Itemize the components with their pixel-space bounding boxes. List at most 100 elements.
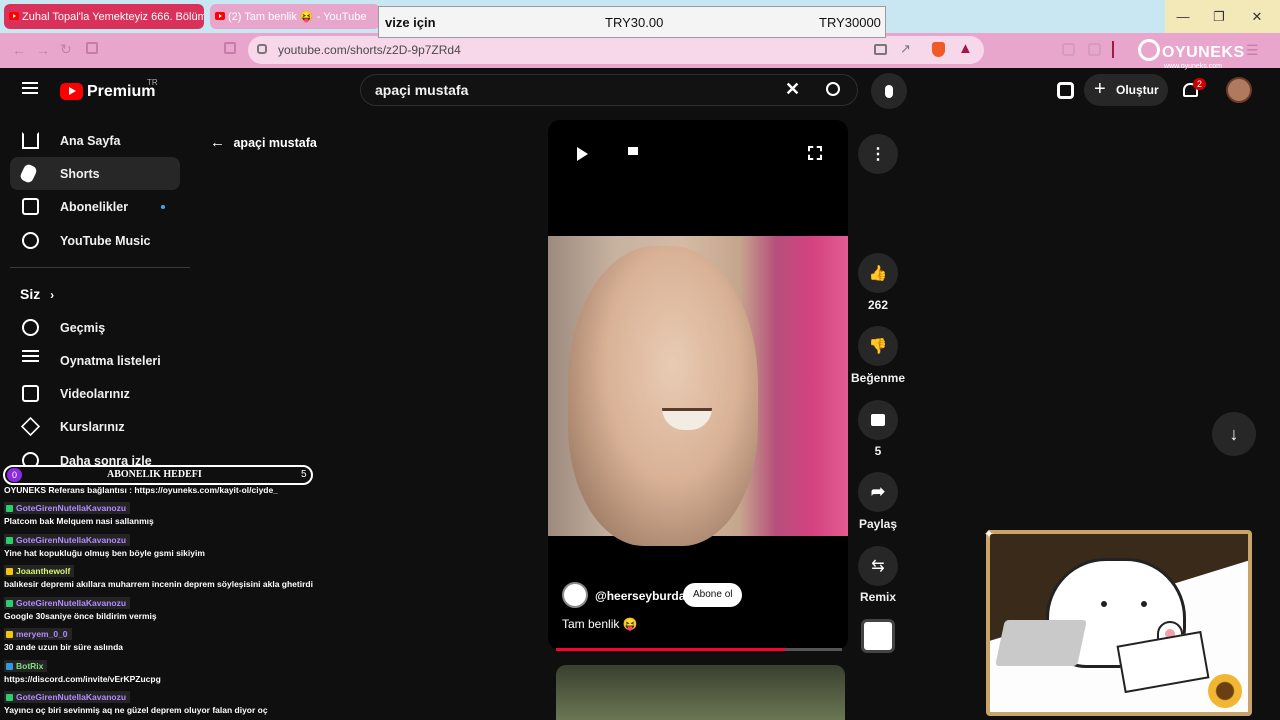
- browser-toolbar: ← → ↻ youtube.com/shorts/z2D-9p7ZRd4 ↗ ▲…: [0, 33, 1280, 68]
- browser-tab-yemekteyiz[interactable]: Zuhal Topal'la Yemekteyiz 666. Bölüm: [4, 4, 204, 29]
- back-icon[interactable]: ←: [12, 42, 26, 58]
- account-avatar[interactable]: [1226, 77, 1252, 103]
- remix-button[interactable]: ⇆: [858, 546, 898, 586]
- sidebar-item-shorts[interactable]: Shorts: [10, 157, 180, 190]
- site-info-icon[interactable]: [257, 44, 267, 54]
- tab-title: (2) Tam benlik 😝 - YouTube: [228, 11, 367, 23]
- remix-label: Remix: [859, 590, 897, 604]
- sidebar-item-your-courses[interactable]: Kurslarınız: [10, 410, 180, 443]
- comments-button[interactable]: [858, 400, 898, 440]
- comment-icon: [871, 414, 885, 426]
- tab-icon[interactable]: [224, 42, 236, 54]
- bookmark-icon[interactable]: [86, 42, 98, 54]
- cat-eye-left: [1101, 601, 1107, 607]
- back-query: apaçi mustafa: [233, 136, 317, 150]
- comment-count: 5: [874, 444, 882, 458]
- short-progress-bar[interactable]: [556, 648, 842, 651]
- share-page-icon[interactable]: ↗: [900, 41, 911, 57]
- short-player[interactable]: @heerseyburda Abone ol Tam benlik 😝: [548, 120, 848, 650]
- browser-tab-tam-benlik[interactable]: (2) Tam benlik 😝 - YouTube: [210, 4, 380, 29]
- cast-icon[interactable]: [874, 44, 887, 55]
- play-icon[interactable]: [577, 147, 588, 161]
- channel-avatar[interactable]: [562, 582, 588, 608]
- logo-text: OYUNEKS: [1162, 44, 1245, 61]
- create-label: Oluştur: [1116, 83, 1159, 97]
- course-icon: [20, 416, 41, 437]
- fullscreen-icon[interactable]: [808, 146, 822, 160]
- plus-icon: +: [1094, 78, 1106, 100]
- back-to-search-link[interactable]: ← apaçi mustafa: [210, 134, 317, 151]
- arrow-down-icon: ↓: [1229, 423, 1239, 444]
- restore-icon[interactable]: ❐: [1200, 0, 1238, 33]
- chat-message: Google 30saniye önce bildirim vermiş: [4, 611, 157, 621]
- sidebar-item-youtube-music[interactable]: YouTube Music: [10, 224, 180, 257]
- chat-username: GoteGirenNutellaKavanozu: [4, 534, 131, 546]
- rewards-icon[interactable]: ▲: [958, 40, 973, 57]
- reload-icon[interactable]: ↻: [60, 41, 72, 58]
- video-icon: [22, 385, 39, 402]
- youtube-premium-logo[interactable]: Premium: [60, 82, 160, 104]
- volume-icon[interactable]: [628, 147, 634, 155]
- live-create-icon[interactable]: [1057, 82, 1074, 99]
- subscriber-goal-bar: 0 ABONELIK HEDEFI 5: [3, 465, 313, 485]
- minimize-icon[interactable]: —: [1164, 0, 1202, 33]
- subscribe-button[interactable]: Abone ol: [683, 583, 743, 607]
- search-icon[interactable]: [826, 82, 840, 96]
- chat-user-name: BotRix: [16, 661, 44, 671]
- chat-message: 30 ande uzun bir süre aslında: [4, 642, 124, 652]
- chat-message: Yayıncı oç biri sevinmiş aq ne güzel dep…: [4, 705, 268, 715]
- sidebar-item-label: Geçmiş: [60, 320, 106, 335]
- sidebar-item-label: Ana Sayfa: [60, 133, 121, 148]
- sidebar-item-playlists[interactable]: Oynatma listeleri: [10, 344, 180, 377]
- share-arrow-icon: ➦: [870, 482, 886, 501]
- youtube-favicon-icon: [9, 12, 19, 20]
- channel-name[interactable]: @heerseyburda: [595, 589, 685, 603]
- more-options-button[interactable]: ⋮: [858, 134, 898, 174]
- next-short-button[interactable]: ↓: [1212, 412, 1256, 456]
- clear-search-icon[interactable]: ✕: [785, 79, 800, 100]
- thumbs-down-icon: 👎: [868, 338, 888, 355]
- short-progress-fill: [556, 648, 785, 651]
- hamburger-menu-icon[interactable]: [22, 82, 38, 84]
- create-button[interactable]: + Oluştur: [1084, 74, 1168, 106]
- oyuneks-logo: OYUNEKS www.oyuneks.com: [1134, 36, 1274, 72]
- sidebar-item-your-videos[interactable]: Videolarınız: [10, 377, 180, 410]
- thumbs-up-icon: 👍: [868, 265, 888, 282]
- extensions-icon[interactable]: [1062, 43, 1075, 56]
- chat-message: Yine hat kopukluğu olmuş ben böyle gsmi …: [4, 548, 205, 558]
- forward-icon[interactable]: →: [36, 42, 50, 58]
- chat-username: GoteGirenNutellaKavanozu: [4, 502, 131, 514]
- toolbar-divider: [1112, 41, 1114, 58]
- sidebar-item-subscriptions[interactable]: Abonelikler: [10, 190, 180, 223]
- sidebar-item-label: Oynatma listeleri: [60, 353, 161, 368]
- search-value: apaçi mustafa: [375, 82, 469, 98]
- sound-thumbnail[interactable]: [861, 619, 895, 653]
- sidebar-divider: [10, 267, 190, 268]
- close-icon[interactable]: ✕: [1238, 0, 1276, 33]
- sidebar-icon[interactable]: [1088, 43, 1101, 56]
- chat-username: GoteGirenNutellaKavanozu: [4, 691, 131, 703]
- sidebar-item-home[interactable]: Ana Sayfa: [10, 124, 180, 157]
- share-button[interactable]: ➦: [858, 472, 898, 512]
- chat-message: https://discord.com/invite/vErKPZucpg: [4, 674, 161, 684]
- face-shape: [568, 246, 758, 546]
- microphone-icon: [885, 84, 893, 98]
- goal-progress-value: 0: [7, 468, 22, 482]
- voice-search-button[interactable]: [871, 73, 907, 109]
- badge-icon: [6, 662, 13, 670]
- section-title: Siz: [20, 286, 41, 302]
- search-input[interactable]: apaçi mustafa ✕: [360, 74, 858, 106]
- next-short-preview[interactable]: [556, 665, 845, 720]
- brave-shield-icon[interactable]: [932, 42, 945, 57]
- address-bar[interactable]: youtube.com/shorts/z2D-9p7ZRd4 ↗ ▲: [248, 36, 984, 64]
- tab-title: Zuhal Topal'la Yemekteyiz 666. Bölüm: [22, 10, 204, 23]
- sidebar-section-you[interactable]: Siz ›: [20, 286, 54, 302]
- sidebar-item-history[interactable]: Geçmiş: [10, 311, 180, 344]
- sidebar-item-label: Videolarınız: [60, 386, 130, 401]
- dislike-label: Beğenme: [850, 371, 906, 385]
- goal-current: TRY30.00: [605, 15, 664, 30]
- chat-username: BotRix: [4, 660, 48, 672]
- like-button[interactable]: 👍: [858, 253, 898, 293]
- dislike-button[interactable]: 👎: [858, 326, 898, 366]
- history-icon: [22, 319, 39, 336]
